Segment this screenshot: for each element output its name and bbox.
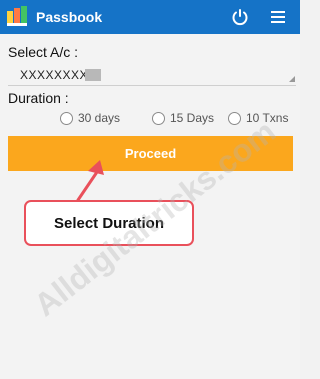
annotation-callout: Select Duration [24, 200, 194, 246]
duration-option-label: 10 Txns [246, 111, 289, 125]
app-header: Passbook [0, 0, 300, 34]
menu-icon[interactable] [270, 9, 286, 25]
account-label: Select A/c : [8, 44, 79, 60]
passbook-logo-icon [7, 6, 27, 26]
radio-circle-icon[interactable] [60, 111, 73, 125]
account-mask [85, 69, 101, 81]
radio-circle-icon[interactable] [152, 111, 165, 125]
header-title: Passbook [36, 9, 103, 25]
duration-option-label: 15 Days [170, 111, 215, 125]
account-underline [8, 85, 296, 86]
account-value: XXXXXXXX [20, 68, 89, 82]
account-select[interactable]: XXXXXXXX [8, 64, 296, 86]
duration-label: Duration : [8, 90, 69, 106]
duration-option-10-txns[interactable]: 10 Txns [228, 110, 288, 126]
proceed-button[interactable]: Proceed [8, 136, 293, 171]
passbook-screen: Passbook Select A/c : XXXXXXXX Duration … [0, 0, 300, 379]
duration-option-label: 30 days [78, 111, 121, 125]
dropdown-arrow-icon[interactable] [289, 76, 295, 82]
power-icon[interactable] [231, 8, 249, 26]
duration-option-30-days[interactable]: 30 days [60, 110, 120, 126]
radio-circle-icon[interactable] [228, 111, 241, 125]
duration-option-15-days[interactable]: 15 Days [152, 110, 214, 126]
